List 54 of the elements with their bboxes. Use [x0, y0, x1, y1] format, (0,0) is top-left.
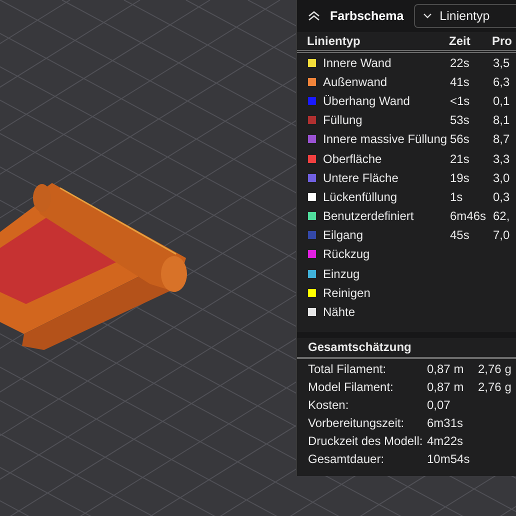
time-value: 6m46s: [450, 209, 488, 224]
summary-value: 6m31s: [427, 416, 464, 430]
line-type-label: Oberfläche: [323, 152, 382, 166]
summary-label: Druckzeit des Modell:: [308, 434, 424, 448]
time-value: 53s: [450, 113, 470, 128]
summary-value: 0,87 m: [427, 362, 465, 376]
summary-value: 0,07: [427, 398, 452, 412]
time-value: 56s: [450, 132, 470, 146]
line-type-label: Füllung: [323, 113, 362, 128]
summary-label: Vorbereitungszeit:: [308, 416, 406, 430]
line-type-label: Nähte: [323, 305, 356, 320]
percent-value: 8,1: [493, 113, 511, 128]
line-type-label: Untere Fläche: [323, 170, 398, 185]
column-header: Linientyp: [307, 34, 362, 48]
line-type-label: Rückzug: [323, 247, 370, 262]
percent-value: 3,0: [493, 170, 511, 185]
time-value: 19s: [450, 170, 470, 185]
time-value: 45s: [450, 228, 470, 242]
color-scheme-dropdown[interactable]: Linientyp: [414, 4, 516, 28]
line-type-label: Benutzerdefiniert: [323, 209, 414, 224]
line-type-label: Eilgang: [323, 228, 364, 242]
percent-value: 0,3: [493, 190, 511, 204]
percent-value: 62,: [493, 209, 511, 224]
line-type-label: Außenwand: [323, 74, 388, 89]
line-type-label: Einzug: [323, 266, 360, 281]
summary-label: Model Filament:: [308, 380, 394, 394]
summary-label: Total Filament:: [308, 362, 388, 376]
percent-value: 8,7: [493, 132, 511, 146]
summary-label: Kosten:: [308, 398, 350, 412]
line-type-label: Innere Wand: [323, 56, 392, 70]
line-type-label: Innere massive Füllung: [323, 132, 448, 146]
line-type-label: Lückenfüllung: [323, 190, 398, 204]
column-header: Zeit: [449, 34, 472, 48]
time-value: 22s: [450, 56, 470, 70]
time-value: 21s: [450, 152, 470, 166]
percent-value: 3,3: [493, 152, 511, 166]
time-value: 41s: [450, 74, 470, 89]
summary-value: 10m54s: [427, 452, 471, 466]
summary-label: Gesamtdauer:: [308, 452, 386, 466]
summary-value: 2,76 g: [478, 380, 512, 394]
time-value: <1s: [450, 94, 471, 108]
percent-value: 6,3: [493, 74, 511, 89]
time-value: 1s: [450, 190, 464, 204]
line-type-label: Reinigen: [323, 286, 370, 300]
percent-value: 7,0: [493, 228, 511, 242]
section-title: Gesamtschätzung: [308, 340, 412, 354]
percent-value: 0,1: [493, 94, 511, 108]
summary-value: 0,87 m: [427, 380, 465, 394]
line-type-label: Überhang Wand: [323, 94, 410, 108]
summary-value: 4m22s: [427, 434, 464, 448]
percent-value: 3,5: [493, 56, 511, 70]
column-header: Pro: [492, 34, 514, 48]
panel-title: Farbschema: [330, 9, 404, 23]
summary-value: 2,76 g: [478, 362, 512, 376]
